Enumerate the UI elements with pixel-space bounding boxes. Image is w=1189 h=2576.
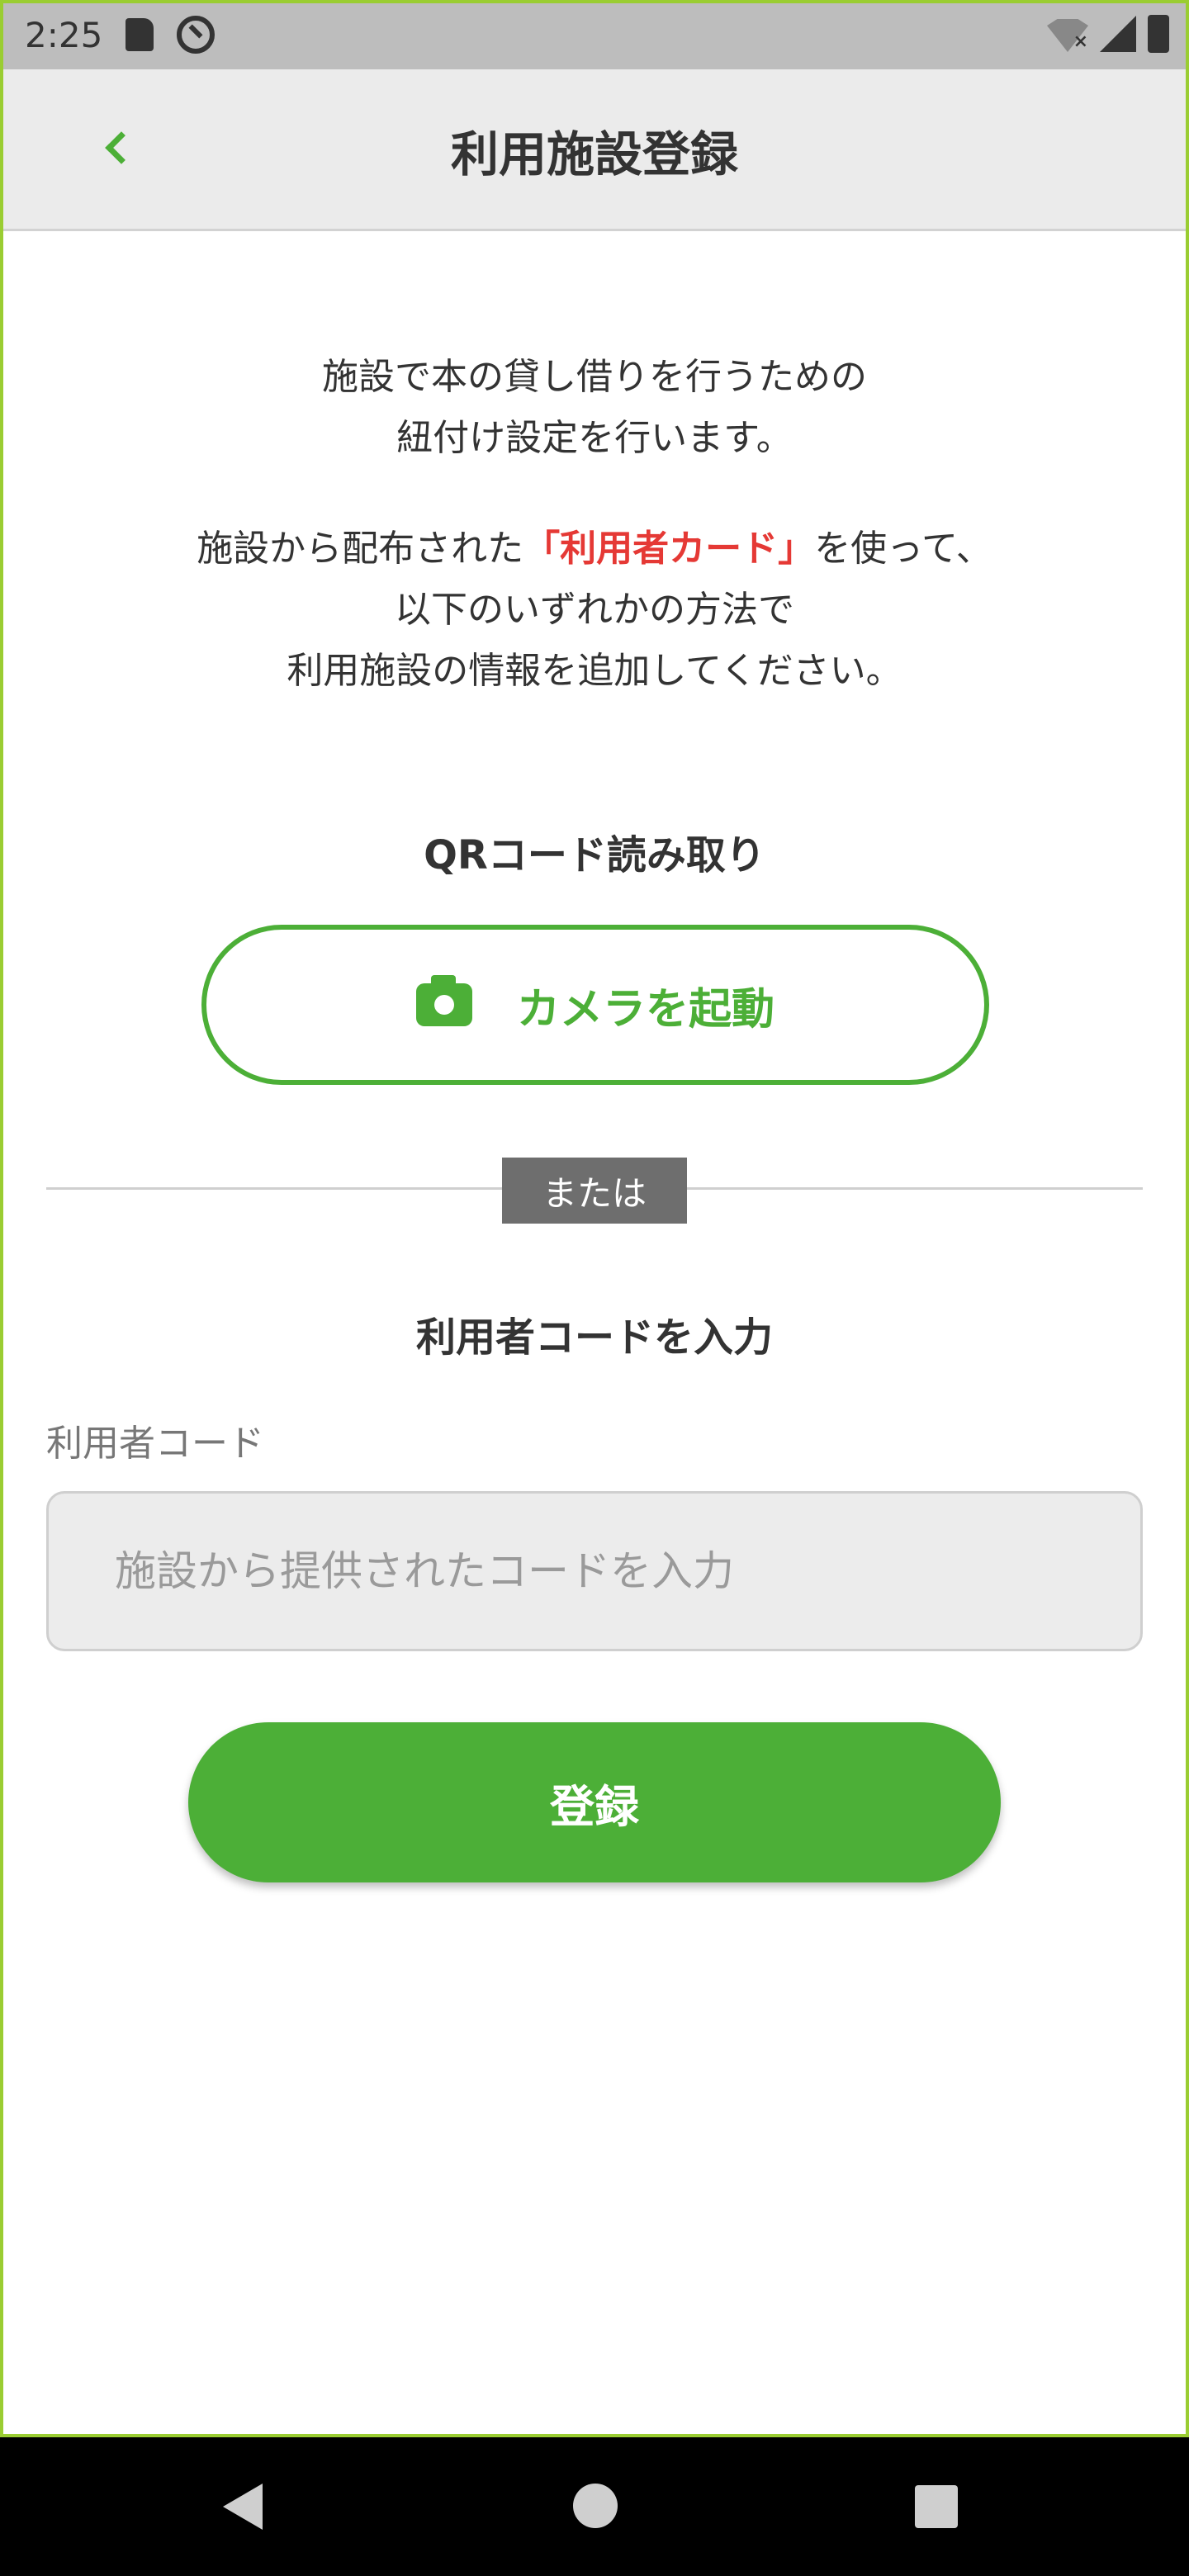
navigation-bar xyxy=(0,2437,1189,2576)
nav-home-icon[interactable] xyxy=(573,2484,618,2528)
app-header: 利用施設登録 xyxy=(3,69,1186,231)
nav-back-icon[interactable] xyxy=(223,2484,263,2530)
sd-card-icon xyxy=(126,18,154,51)
wifi-off-icon: × xyxy=(1047,16,1088,52)
intro-text: 施設で本の貸し借りを行うための 紐付け設定を行います。 xyxy=(0,347,1189,469)
instruction-text: 施設から配布された「利用者カード」を使って、 以下のいずれかの方法で 利用施設の… xyxy=(0,519,1189,702)
code-section-title: 利用者コードを入力 xyxy=(415,1314,773,1361)
user-code-input[interactable] xyxy=(46,1491,1143,1651)
chevron-left-icon xyxy=(105,131,138,164)
back-button[interactable] xyxy=(92,119,142,177)
instruction-line-3: 利用施設の情報を追加してください。 xyxy=(287,650,902,692)
intro-line-1: 施設で本の貸し借りを行うための xyxy=(322,356,867,398)
signal-icon xyxy=(1100,16,1136,52)
camera-button[interactable]: カメラを起動 xyxy=(201,925,989,1085)
instruction-prefix: 施設から配布された xyxy=(197,528,524,570)
register-button[interactable]: 登録 xyxy=(188,1722,1001,1882)
battery-icon xyxy=(1148,15,1169,53)
instruction-line-2: 以下のいずれかの方法で xyxy=(395,589,794,631)
user-card-highlight: 「利用者カード」 xyxy=(523,528,815,570)
camera-icon xyxy=(415,975,472,1026)
at-sign-icon xyxy=(177,16,216,54)
status-time: 2:25 xyxy=(25,14,103,55)
status-right: × xyxy=(1047,15,1169,53)
status-bar: 2:25 × xyxy=(0,0,1189,69)
or-badge: または xyxy=(502,1158,687,1224)
user-code-label: 利用者コード xyxy=(46,1423,264,1465)
instruction-line-1: 施設から配布された「利用者カード」を使って、 xyxy=(0,519,1189,580)
nav-recent-icon[interactable] xyxy=(915,2485,958,2528)
camera-button-label: カメラを起動 xyxy=(516,984,775,1035)
qr-section-title: QRコード読み取り xyxy=(424,832,765,878)
instruction-suffix: を使って、 xyxy=(814,528,992,570)
page-title: 利用施設登録 xyxy=(450,126,738,182)
intro-line-2: 紐付け設定を行います。 xyxy=(396,417,793,459)
